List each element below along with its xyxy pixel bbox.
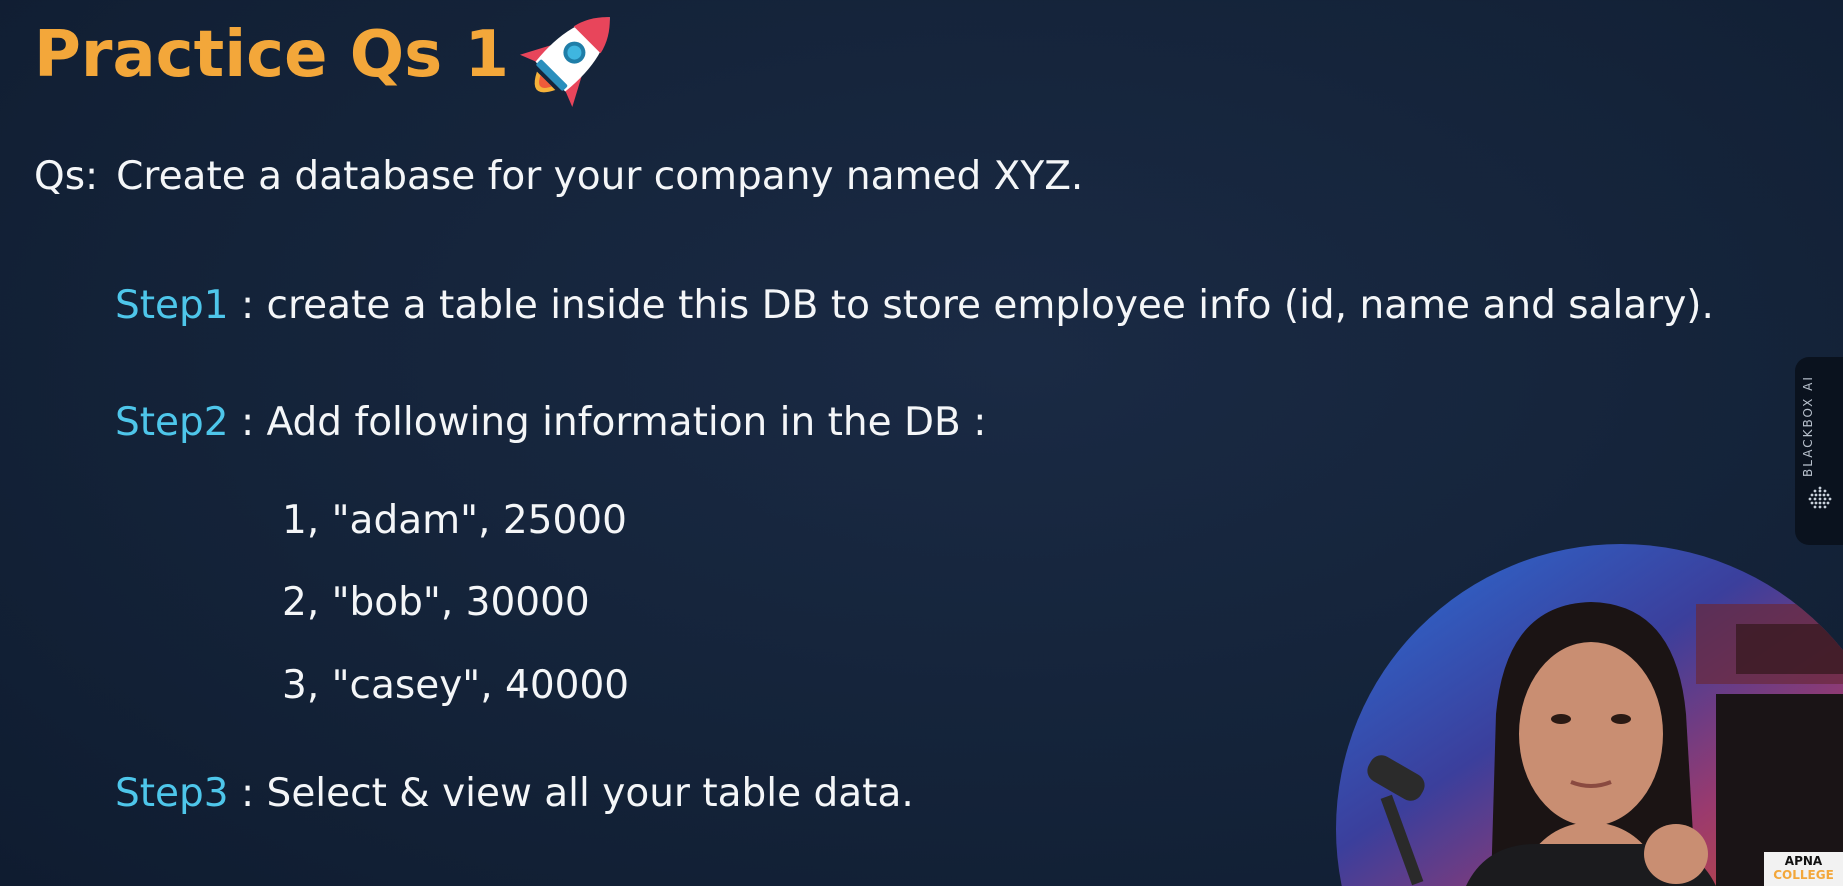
- apna-college-logo: APNA COLLEGE: [1764, 852, 1843, 886]
- data-row-3: 3, "casey", 40000: [282, 663, 630, 708]
- blackbox-dots-icon: [1808, 486, 1832, 509]
- blackbox-ai-tab[interactable]: BLACKBOX AI: [1795, 357, 1843, 545]
- step-2-text: : Add following information in the DB :: [228, 400, 987, 445]
- logo-line-1: APNA: [1784, 854, 1823, 868]
- question-prefix: Qs:: [34, 154, 99, 199]
- question-text: Create a database for your company named…: [116, 154, 1084, 199]
- question-line: Qs: Create a database for your company na…: [34, 154, 1083, 199]
- step-2: Step2 : Add following information in the…: [115, 400, 986, 445]
- data-row-2: 2, "bob", 30000: [282, 580, 590, 625]
- logo-line-2: COLLEGE: [1773, 868, 1834, 882]
- step-2-label: Step2: [115, 400, 229, 445]
- slide-title: Practice Qs 1: [34, 18, 510, 92]
- step-1-label: Step1: [115, 283, 229, 328]
- presenter-video-frame: [1336, 544, 1843, 886]
- presenter-webcam: [1336, 544, 1843, 886]
- step-3: Step3 : Select & view all your table dat…: [115, 771, 914, 816]
- rocket-icon: [519, 17, 610, 108]
- step-1: Step1 : create a table inside this DB to…: [115, 283, 1714, 328]
- step-3-text: : Select & view all your table data.: [228, 771, 914, 816]
- step-1-text: : create a table inside this DB to store…: [228, 283, 1714, 328]
- blackbox-ai-label: BLACKBOX AI: [1801, 375, 1815, 477]
- data-row-1: 1, "adam", 25000: [282, 498, 627, 543]
- step-3-label: Step3: [115, 771, 229, 816]
